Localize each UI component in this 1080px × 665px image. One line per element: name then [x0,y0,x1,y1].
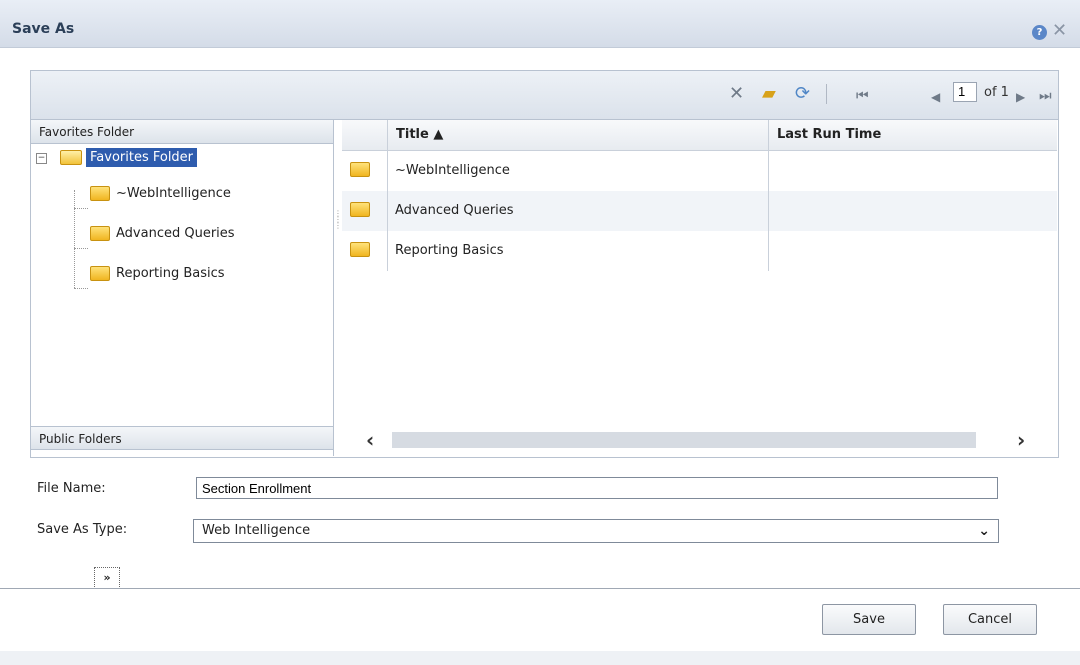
row-title: ~WebIntelligence [395,163,510,178]
delete-icon[interactable]: ✕ [729,84,744,104]
folder-icon [350,161,370,177]
tree-item[interactable]: Reporting Basics [90,262,225,284]
folder-tree: − Favorites Folder ~WebIntelligence Adva… [31,146,333,426]
tree-item-label: ~WebIntelligence [116,185,231,201]
tree-item-label: Reporting Basics [116,265,225,281]
expand-options-button[interactable]: » [94,567,120,589]
save-as-type-select[interactable]: Web Intelligence ⌄ [193,519,999,543]
row-icon-cell [342,151,387,191]
public-folders-header[interactable]: Public Folders [31,426,333,450]
last-run-column-header[interactable]: Last Run Time [768,120,1057,150]
folder-icon [350,201,370,217]
dialog-bottom-edge [0,651,1080,665]
dialog-titlebar: Save As ? ✕ [0,0,1080,48]
folder-icon [350,241,370,257]
scrollbar-thumb[interactable] [392,432,976,448]
table-row[interactable]: Advanced Queries [342,191,1057,231]
title-column-header[interactable]: Title ▲ [387,120,768,150]
tree-line [74,248,88,249]
row-icon-cell [342,231,387,271]
tree-line [74,288,88,289]
next-page-icon[interactable]: ▶ [1016,87,1025,107]
scroll-left-icon[interactable]: ‹ [366,428,374,452]
row-last-run [768,191,1057,231]
tree-line [74,190,75,288]
refresh-icon[interactable]: ⟳ [795,84,810,104]
help-icon[interactable]: ? [1032,25,1047,40]
file-name-label: File Name: [37,481,106,496]
panel-splitter[interactable]: ⋮ ⋮ ⋮ [334,210,342,261]
column-divider [768,120,769,271]
tree-line [74,208,88,209]
previous-page-icon[interactable]: ◀ [931,87,940,107]
row-title: Reporting Basics [395,243,504,258]
column-divider [387,120,388,271]
folder-icon [90,265,110,281]
row-last-run [768,151,1057,191]
new-folder-icon[interactable]: ▰ [762,84,776,104]
row-title: Advanced Queries [395,203,514,218]
folder-tree-panel: Favorites Folder − Favorites Folder ~Web… [31,120,334,456]
folder-icon [90,185,110,201]
save-as-type-value: Web Intelligence [202,523,311,538]
tree-item[interactable]: Advanced Queries [90,222,235,244]
tree-root[interactable]: Favorites Folder [60,146,198,168]
file-name-input[interactable] [196,477,998,499]
cancel-button[interactable]: Cancel [943,604,1037,635]
row-icon-cell [342,191,387,231]
collapse-icon[interactable]: − [36,153,47,164]
tree-item[interactable]: ~WebIntelligence [90,182,231,204]
table-row[interactable]: Reporting Basics [342,231,1057,271]
save-button[interactable]: Save [822,604,916,635]
toolbar: ✕ ▰ ⟳ ⏮ ◀ of 1 ▶ ⏭ [31,71,1058,120]
folder-icon [90,225,110,241]
page-number-input[interactable] [953,82,977,102]
save-as-type-label: Save As Type: [37,522,128,537]
table-row[interactable]: ~WebIntelligence [342,151,1057,191]
row-last-run [768,231,1057,271]
toolbar-separator [826,84,827,104]
page-total: of 1 [984,85,1009,100]
favorites-folder-header[interactable]: Favorites Folder [31,120,333,144]
scroll-right-icon[interactable]: › [1017,428,1025,452]
dialog-footer [0,589,1080,651]
open-folder-icon [60,149,82,165]
close-icon[interactable]: ✕ [1052,22,1067,40]
chevron-down-icon: ⌄ [978,523,990,539]
tree-item-label: Advanced Queries [116,225,235,241]
file-list-panel: Title ▲ Last Run Time ~WebIntelligence A… [342,120,1057,456]
tree-root-label: Favorites Folder [86,147,198,167]
horizontal-scrollbar[interactable]: ‹ › [342,426,1057,454]
dialog-title: Save As [12,21,75,37]
first-page-icon[interactable]: ⏮ [856,86,869,106]
grid-header: Title ▲ Last Run Time [342,120,1057,151]
browser-panel: ✕ ▰ ⟳ ⏮ ◀ of 1 ▶ ⏭ Favorites Folder − Fa… [30,70,1059,458]
last-page-icon[interactable]: ⏭ [1039,86,1052,106]
